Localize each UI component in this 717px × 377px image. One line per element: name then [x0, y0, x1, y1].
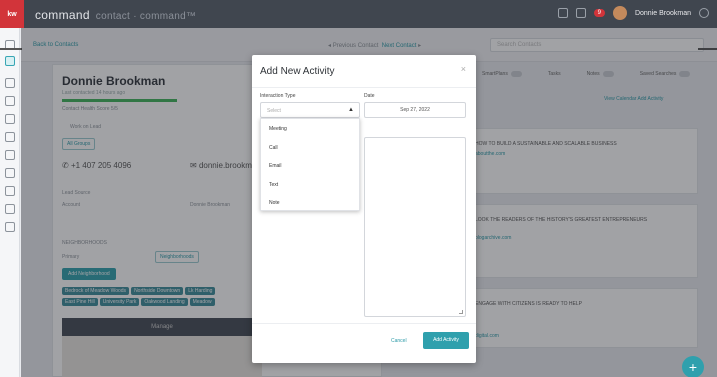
divider	[0, 48, 22, 50]
megaphone-icon[interactable]	[5, 150, 15, 160]
contacts-icon[interactable]	[5, 56, 15, 66]
divider	[252, 323, 476, 324]
location-icon[interactable]	[5, 114, 15, 124]
help-icon[interactable]	[699, 8, 709, 18]
option-email[interactable]: Email	[261, 156, 359, 175]
folder-icon[interactable]	[5, 204, 15, 214]
user-name[interactable]: Donnie Brookman	[635, 10, 691, 17]
edit-icon[interactable]	[5, 186, 15, 196]
left-sidebar	[0, 28, 20, 377]
resize-handle-icon[interactable]	[459, 310, 463, 314]
notes-textarea[interactable]	[364, 137, 466, 317]
app-logo[interactable]: kw	[0, 0, 24, 28]
grid-icon[interactable]	[557, 8, 568, 18]
interaction-type-dropdown: Meeting Call Email Text Note	[260, 118, 360, 211]
app-title: command contact · command™	[35, 8, 197, 22]
option-text[interactable]: Text	[261, 175, 359, 194]
interaction-type-label: Interaction Type	[260, 93, 296, 99]
add-activity-button[interactable]: Add Activity	[423, 332, 469, 349]
close-icon[interactable]: ×	[461, 64, 466, 74]
date-label: Date	[364, 93, 375, 99]
settings-icon[interactable]	[5, 132, 15, 142]
option-note[interactable]: Note	[261, 193, 359, 212]
bell-icon[interactable]	[575, 8, 586, 18]
caret-up-icon: ▲	[348, 107, 354, 113]
option-call[interactable]: Call	[261, 138, 359, 157]
top-icons: 9 Donnie Brookman	[557, 6, 709, 20]
divider	[252, 87, 476, 88]
date-input[interactable]: Sep 27, 2022	[364, 102, 466, 118]
add-fab-button[interactable]: +	[682, 356, 704, 377]
chart-icon[interactable]	[5, 168, 15, 178]
add-activity-modal: Add New Activity × Interaction Type Date…	[252, 55, 476, 363]
list-icon[interactable]	[5, 78, 15, 88]
user-avatar[interactable]	[612, 6, 627, 20]
option-meeting[interactable]: Meeting	[261, 119, 359, 138]
interaction-type-select[interactable]: Select ▲	[260, 102, 360, 118]
document-icon[interactable]	[5, 96, 15, 106]
cancel-button[interactable]: Cancel	[391, 338, 407, 344]
modal-title: Add New Activity	[260, 66, 335, 77]
copy-icon[interactable]	[5, 222, 15, 232]
notification-badge[interactable]: 9	[593, 9, 605, 17]
